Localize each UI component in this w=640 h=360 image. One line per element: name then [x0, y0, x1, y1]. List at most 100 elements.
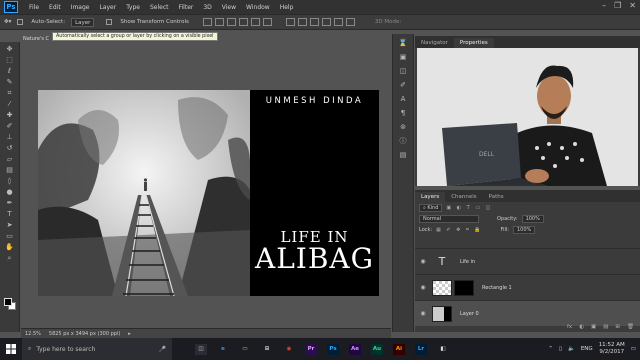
new-group-icon[interactable]: ▤ — [603, 324, 608, 332]
filter-icons[interactable]: ▣ ◐ T ▭ ◫ — [446, 205, 492, 211]
menu-edit[interactable]: Edit — [44, 4, 66, 11]
color-swatches[interactable] — [4, 298, 16, 310]
windows-start-icon[interactable] — [0, 338, 22, 360]
brush-icon[interactable]: ✐ — [4, 122, 16, 130]
action-center-icon[interactable]: ▭ — [631, 346, 636, 352]
clone-source-panel-icon[interactable]: ⊚ — [397, 122, 409, 132]
adjustment-layer-icon[interactable]: ◐ — [579, 324, 584, 332]
volume-icon[interactable]: 🔈 — [568, 346, 575, 352]
move-tool-preset-icon[interactable]: ✥▾ — [4, 19, 11, 25]
layer-row[interactable]: ◉ T Life in — [415, 248, 640, 274]
distribute-hcenter-icon[interactable] — [333, 18, 343, 26]
taskbar-app-icon[interactable]: e — [212, 338, 234, 360]
foreground-color-swatch[interactable] — [4, 298, 12, 306]
distribute-left-icon[interactable] — [321, 18, 331, 26]
styles-panel-icon[interactable]: ◫ — [397, 66, 409, 76]
document-canvas[interactable]: UNMESH DINDA LIFE IN ALIBAG — [38, 90, 379, 296]
menu-file[interactable]: File — [24, 4, 44, 11]
menu-help[interactable]: Help — [275, 4, 299, 11]
network-icon[interactable]: ▯ — [559, 346, 562, 352]
menu-type[interactable]: Type — [121, 4, 145, 11]
taskbar-search-box[interactable]: ⌕ Type here to search 🎤 — [22, 338, 172, 360]
blur-icon[interactable]: ◊ — [4, 177, 16, 185]
distribute-right-icon[interactable] — [345, 18, 355, 26]
menu-window[interactable]: Window — [241, 4, 275, 11]
taskbar-app-icon[interactable]: ◉ — [278, 338, 300, 360]
history-panel-icon[interactable]: ⌛ — [397, 38, 409, 48]
align-left-icon[interactable] — [238, 18, 248, 26]
microphone-icon[interactable]: 🎤 — [159, 346, 166, 353]
menu-select[interactable]: Select — [145, 4, 174, 11]
taskbar-app-icon[interactable]: ◧ — [432, 338, 454, 360]
fx-icon[interactable]: fx — [567, 324, 572, 332]
taskbar-app-icon[interactable]: Ai — [388, 338, 410, 360]
eyedropper-icon[interactable]: ⁄ — [4, 100, 16, 108]
status-arrow-icon[interactable]: ▸ — [128, 331, 131, 337]
tab-layers[interactable]: Layers — [415, 192, 446, 202]
align-bottom-icon[interactable] — [226, 18, 236, 26]
type-icon[interactable]: T — [4, 210, 16, 218]
character-panel-icon[interactable]: A — [397, 94, 409, 104]
crop-icon[interactable]: ⌗ — [4, 89, 16, 97]
dodge-icon[interactable]: ● — [4, 188, 16, 196]
distribute-vcenter-icon[interactable] — [297, 18, 307, 26]
layer-row[interactable]: ◉ Rectangle 1 — [415, 274, 640, 300]
zoom-level[interactable]: 12.5% — [25, 331, 41, 337]
layer-filter-kind[interactable]: ⌕ Kind — [419, 203, 443, 212]
distribute-top-icon[interactable] — [285, 18, 295, 26]
opacity-input[interactable]: 100% — [521, 214, 544, 223]
layer-name[interactable]: Rectangle 1 — [482, 285, 512, 291]
tab-navigator[interactable]: Navigator — [415, 38, 454, 48]
quick-select-icon[interactable]: ✎ — [4, 78, 16, 86]
close-button[interactable]: ✕ — [629, 1, 636, 10]
minimize-button[interactable]: – — [602, 1, 606, 10]
taskbar-app-icon[interactable]: ⊞ — [256, 338, 278, 360]
show-transform-checkbox[interactable] — [106, 19, 114, 26]
tab-properties[interactable]: Properties — [453, 38, 494, 48]
align-top-icon[interactable] — [202, 18, 212, 26]
trash-icon[interactable]: 🗑 — [627, 324, 634, 332]
taskbar-app-icon[interactable]: ▭ — [234, 338, 256, 360]
align-right-icon[interactable] — [262, 18, 272, 26]
fill-input[interactable]: 100% — [512, 225, 536, 234]
adjustments-panel-icon[interactable]: ▣ — [397, 52, 409, 62]
taskbar-app-icon[interactable]: Pr — [300, 338, 322, 360]
visibility-eye-icon[interactable]: ◉ — [418, 258, 428, 265]
lasso-icon[interactable]: ℓ — [4, 67, 16, 75]
menu-layer[interactable]: Layer — [94, 4, 121, 11]
pen-icon[interactable]: ✒ — [4, 199, 16, 207]
zoom-icon[interactable]: ⌕ — [4, 254, 16, 262]
move-icon[interactable]: ✥ — [4, 45, 16, 53]
shape-icon[interactable]: ▭ — [4, 232, 16, 240]
menu-image[interactable]: Image — [66, 4, 95, 11]
path-select-icon[interactable]: ➤ — [4, 221, 16, 229]
stamp-icon[interactable]: ⊥ — [4, 133, 16, 141]
menu-3d[interactable]: 3D — [198, 4, 216, 11]
menu-filter[interactable]: Filter — [174, 4, 199, 11]
blend-mode-dropdown[interactable]: Normal — [419, 214, 479, 223]
lock-icons[interactable]: ▦ ✐ ✥ ⌗ 🔒 — [436, 227, 483, 233]
eraser-icon[interactable]: ▱ — [4, 155, 16, 163]
taskbar-app-icon[interactable]: Ae — [344, 338, 366, 360]
add-mask-icon[interactable]: ▣ — [591, 324, 596, 332]
paragraph-panel-icon[interactable]: ¶ — [397, 108, 409, 118]
tab-paths[interactable]: Paths — [483, 192, 510, 202]
hand-icon[interactable]: ✋ — [4, 243, 16, 251]
healing-icon[interactable]: ✚ — [4, 111, 16, 119]
distribute-bottom-icon[interactable] — [309, 18, 319, 26]
visibility-eye-icon[interactable]: ◉ — [418, 310, 428, 317]
taskbar-app-icon[interactable]: Ps — [322, 338, 344, 360]
visibility-eye-icon[interactable]: ◉ — [418, 284, 428, 291]
history-brush-icon[interactable]: ↺ — [4, 144, 16, 152]
tray-up-arrow-icon[interactable]: ⌃ — [548, 346, 553, 352]
layer-row[interactable]: ◉ Layer 0 — [415, 300, 640, 326]
brush-panel-icon[interactable]: ✐ — [397, 80, 409, 90]
layer-comps-panel-icon[interactable]: ▤ — [397, 150, 409, 160]
taskbar-app-icon[interactable]: Au — [366, 338, 388, 360]
menu-view[interactable]: View — [217, 4, 241, 11]
info-panel-icon[interactable]: ⓘ — [397, 136, 409, 146]
restore-button[interactable]: ❐ — [614, 1, 621, 10]
taskbar-app-icon[interactable]: Lr — [410, 338, 432, 360]
layer-name[interactable]: Layer 0 — [460, 311, 479, 317]
layer-name[interactable]: Life in — [460, 259, 475, 265]
